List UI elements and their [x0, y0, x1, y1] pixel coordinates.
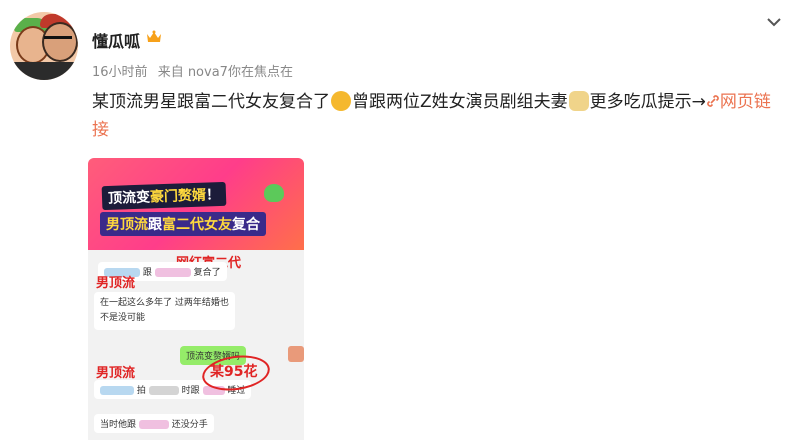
post-time[interactable]: 16小时前: [92, 65, 148, 80]
chat-5-a: 当时他跟: [100, 420, 137, 430]
post-text-c: 更多吃瓜提示→: [589, 92, 706, 112]
post-body: 某顶流男星跟富二代女友复合了 曾跟两位Z姓女演员剧组夫妻 更多吃瓜提示→ 网页链接: [92, 88, 782, 144]
dog-emoji-icon: [568, 91, 589, 111]
banner-line-1-b: 豪门赘婿: [149, 187, 207, 206]
banner-line-2: 男顶流跟富二代女友复合: [100, 212, 266, 236]
banner-line-2-c: 富二代女友: [162, 217, 232, 233]
banner-line-2-a: 男顶流: [106, 217, 148, 233]
chat-4-b: 时跟: [181, 386, 200, 396]
banner-line-1-c: ！: [205, 187, 221, 204]
post-text-a: 某顶流男星跟富二代女友复合了: [92, 92, 330, 112]
chat-avatar: [288, 346, 304, 362]
chevron-down-icon[interactable]: [764, 12, 784, 32]
label-top-star-1: 男顶流: [96, 276, 136, 291]
blurred-name: [138, 420, 169, 429]
blurred-name: [154, 268, 191, 277]
post-meta: 16小时前 来自 nova7你在焦点在: [92, 61, 299, 80]
chat-5-b: 还没分手: [171, 420, 208, 430]
user-avatar[interactable]: [10, 12, 78, 80]
avatar-glasses: [44, 36, 72, 47]
image-banner: 顶流变豪门赘婿！ 男顶流跟富二代女友复合: [88, 158, 304, 250]
chat-1-mid: 跟: [142, 268, 152, 278]
frog-icon: [264, 184, 284, 202]
chat-1-end: 复合了: [193, 268, 221, 278]
chat-4-a: 拍: [136, 386, 146, 396]
link-icon: [707, 95, 719, 107]
chat-2-line-2: 不是没可能: [100, 313, 146, 323]
blurred-name: [148, 386, 179, 395]
chat-2-line-1: 在一起这么多年了 过两年结婚也: [100, 298, 229, 308]
avatar-bottom: [10, 62, 78, 80]
vip-crown-icon: [147, 30, 161, 42]
label-actress: 某95花: [210, 364, 258, 380]
blurred-name: [100, 386, 134, 395]
banner-line-2-d: 复合: [232, 217, 260, 233]
banner-line-2-b: 跟: [148, 217, 162, 233]
chat-bubble-5: 当时他跟 还没分手: [94, 414, 214, 433]
label-top-star-2: 男顶流: [96, 366, 136, 381]
post-source: 来自 nova7你在焦点在: [157, 65, 293, 80]
username[interactable]: 懂瓜呱: [92, 28, 140, 52]
post-text-b: 曾跟两位Z姓女演员剧组夫妻: [352, 92, 568, 112]
smile-emoji-icon: [331, 91, 351, 111]
post-image[interactable]: 顶流变豪门赘婿！ 男顶流跟富二代女友复合 网红富二代 跟 复合了 男顶流 在一起…: [88, 158, 304, 440]
chat-bubble-2: 在一起这么多年了 过两年结婚也 不是没可能: [94, 292, 235, 330]
banner-line-1-a: 顶流变: [107, 189, 151, 207]
banner-line-1: 顶流变豪门赘婿！: [101, 181, 227, 211]
